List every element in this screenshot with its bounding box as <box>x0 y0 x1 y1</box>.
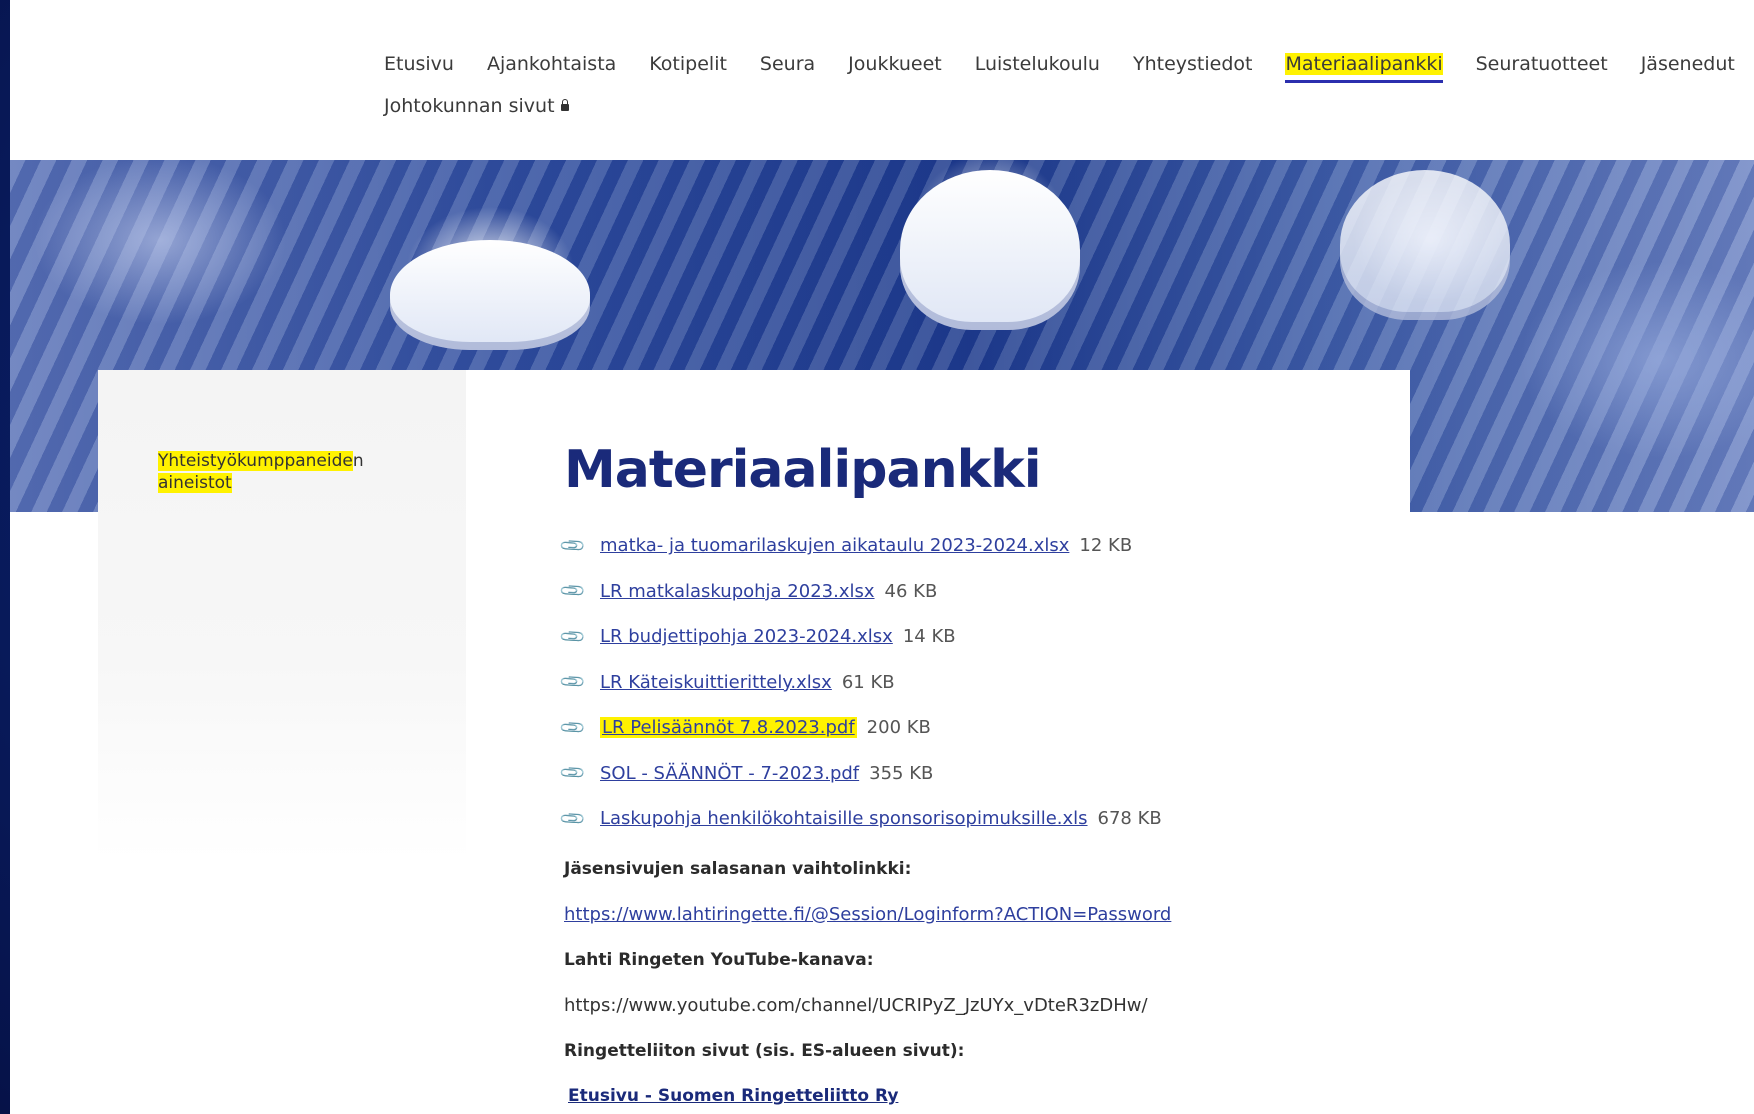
helmet-shape <box>900 170 1080 330</box>
file-row: 📎 matka- ja tuomarilaskujen aikataulu 20… <box>558 523 1384 569</box>
main-content: Materiaalipankki 📎 matka- ja tuomarilask… <box>466 370 1410 1112</box>
ringette-heading: Ringetteliiton sivut (sis. ES-alueen siv… <box>564 1040 965 1061</box>
ringette-heading-line: Ringetteliiton sivut (sis. ES-alueen siv… <box>564 1028 1384 1074</box>
file-row: 📎 LR Käteiskuittierittely.xlsx 61 KB <box>558 660 1384 706</box>
file-list: 📎 matka- ja tuomarilaskujen aikataulu 20… <box>558 523 1384 842</box>
paperclip-icon: 📎 <box>558 713 588 743</box>
sidebar: Yhteistyökumppaneiden aineistot <box>98 370 467 860</box>
nav-item-materiaalipankki[interactable]: Materiaalipankki <box>1285 53 1443 83</box>
file-link[interactable]: LR budjettipohja 2023-2024.xlsx <box>600 626 893 647</box>
password-change-link[interactable]: https://www.lahtiringette.fi/@Session/Lo… <box>564 904 1171 925</box>
nav-item-seura[interactable]: Seura <box>760 53 815 79</box>
paperclip-icon: 📎 <box>558 758 588 788</box>
file-row: 📎 SOL - SÄÄNNÖT - 7-2023.pdf 355 KB <box>558 751 1384 797</box>
file-row: 📎 LR Pelisäännöt 7.8.2023.pdf 200 KB <box>558 705 1384 751</box>
sidebar-link-part: aineistot <box>158 473 232 493</box>
youtube-heading-line: Lahti Ringeten YouTube-kanava: <box>564 937 1384 983</box>
sidebar-item-yhteistyokumppaneiden-aineistot[interactable]: Yhteistyökumppaneiden aineistot <box>158 450 418 494</box>
ringette-link-line: Etusivu - Suomen Ringetteliitto Ry <box>564 1074 1384 1114</box>
helmet-shape <box>390 240 590 350</box>
file-size: 14 KB <box>902 626 956 648</box>
youtube-url-line: https://www.youtube.com/channel/UCRIPyZ_… <box>564 983 1384 1029</box>
file-size: 46 KB <box>884 580 938 602</box>
nav-item-seuratuotteet[interactable]: Seuratuotteet <box>1476 53 1608 79</box>
file-row: 📎 Laskupohja henkilökohtaisille sponsori… <box>558 796 1384 842</box>
main-nav: Etusivu Ajankohtaista Kotipelit Seura Jo… <box>384 50 1744 124</box>
nav-item-jasenedut[interactable]: Jäsenedut <box>1641 53 1735 79</box>
file-size: 355 KB <box>869 762 934 784</box>
info-section: Jäsensivujen salasanan vaihtolinkki: htt… <box>564 846 1384 1114</box>
file-link[interactable]: LR Pelisäännöt 7.8.2023.pdf <box>600 717 857 739</box>
password-heading-line: Jäsensivujen salasanan vaihtolinkki: <box>564 846 1384 892</box>
file-link[interactable]: LR Käteiskuittierittely.xlsx <box>600 672 832 693</box>
nav-item-kotipelit[interactable]: Kotipelit <box>649 53 727 79</box>
file-row: 📎 LR matkalaskupohja 2023.xlsx 46 KB <box>558 569 1384 615</box>
ringetteliitto-link[interactable]: Etusivu - Suomen Ringetteliitto Ry <box>564 1086 898 1106</box>
nav-row-1: Etusivu Ajankohtaista Kotipelit Seura Jo… <box>384 50 1744 83</box>
nav-item-joukkueet[interactable]: Joukkueet <box>848 53 942 79</box>
file-link[interactable]: Laskupohja henkilökohtaisille sponsoriso… <box>600 808 1088 829</box>
youtube-url: https://www.youtube.com/channel/UCRIPyZ_… <box>564 994 1148 1016</box>
sidebar-link-part: Yhteistyökumppaneide <box>158 451 353 471</box>
paperclip-icon: 📎 <box>558 622 588 652</box>
file-size: 12 KB <box>1079 535 1133 557</box>
password-heading: Jäsensivujen salasanan vaihtolinkki: <box>564 858 912 879</box>
paperclip-icon: 📎 <box>558 531 588 561</box>
page: Etusivu Ajankohtaista Kotipelit Seura Jo… <box>10 0 1754 1114</box>
page-title: Materiaalipankki <box>564 440 1042 500</box>
youtube-heading: Lahti Ringeten YouTube-kanava: <box>564 949 874 970</box>
lock-icon <box>560 99 569 111</box>
file-link[interactable]: LR matkalaskupohja 2023.xlsx <box>600 581 875 602</box>
paperclip-icon: 📎 <box>558 576 588 606</box>
helmet-shape <box>1340 170 1510 320</box>
nav-item-luistelukoulu[interactable]: Luistelukoulu <box>975 53 1100 79</box>
file-link[interactable]: SOL - SÄÄNNÖT - 7-2023.pdf <box>600 763 859 784</box>
sidebar-link-part: n <box>352 451 364 471</box>
nav-item-yhteystiedot[interactable]: Yhteystiedot <box>1133 53 1252 79</box>
file-size: 678 KB <box>1097 808 1162 830</box>
file-size: 200 KB <box>866 717 931 739</box>
file-link[interactable]: matka- ja tuomarilaskujen aikataulu 2023… <box>600 535 1069 556</box>
paperclip-icon: 📎 <box>558 667 588 697</box>
nav-item-etusivu[interactable]: Etusivu <box>384 53 454 79</box>
nav-item-johtokunnan-sivut[interactable]: Johtokunnan sivut <box>384 95 569 121</box>
nav-item-ajankohtaista[interactable]: Ajankohtaista <box>487 53 616 79</box>
paperclip-icon: 📎 <box>558 804 588 834</box>
file-size: 61 KB <box>841 671 895 693</box>
password-link-line: https://www.lahtiringette.fi/@Session/Lo… <box>564 892 1384 938</box>
file-row: 📎 LR budjettipohja 2023-2024.xlsx 14 KB <box>558 614 1384 660</box>
nav-row-2: Johtokunnan sivut <box>384 92 1744 124</box>
